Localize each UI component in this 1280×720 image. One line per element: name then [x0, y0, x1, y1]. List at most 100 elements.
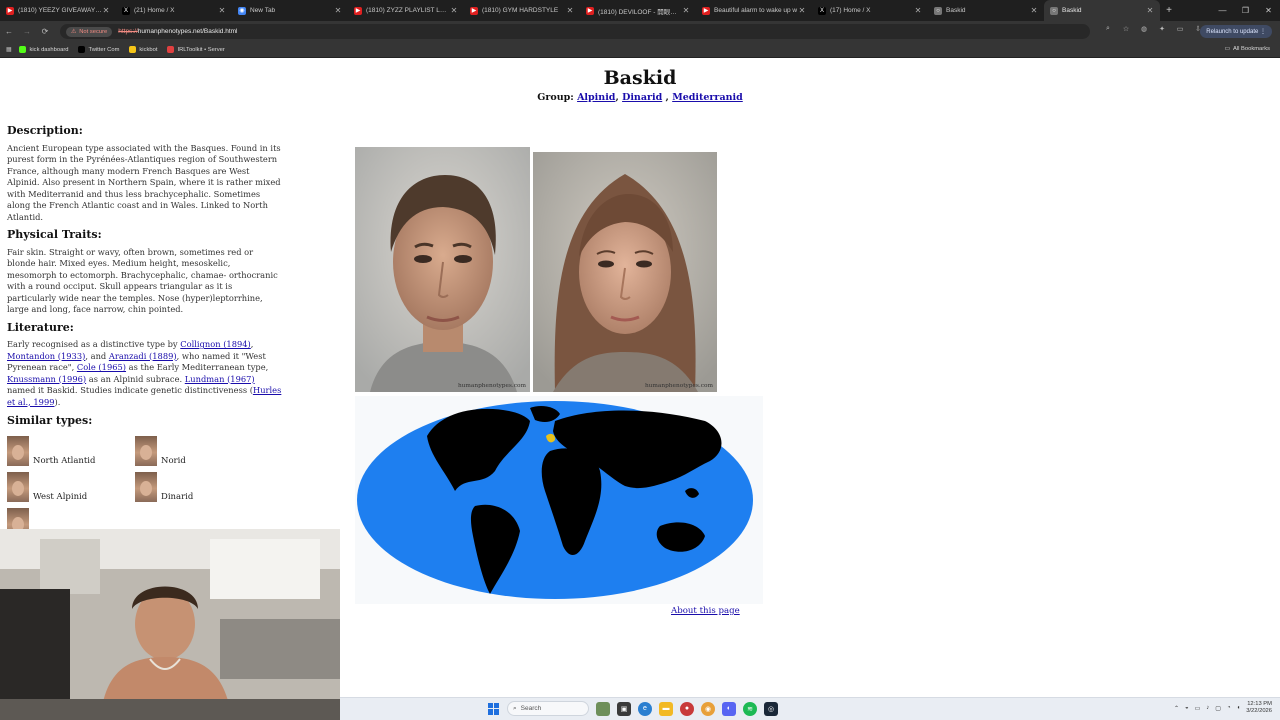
system-tray: ⌃ ◒ ▭ ♪ ▢ ◔ ◖ 12:13 PM 3/22/2026: [1174, 701, 1272, 715]
close-window-button[interactable]: ✕: [1257, 0, 1280, 21]
close-tab-icon[interactable]: ✕: [1030, 6, 1038, 15]
similar-item-north-atlantid[interactable]: North Atlantid: [7, 435, 135, 466]
side-panel-icon[interactable]: ▭: [1175, 25, 1185, 34]
similar-label: Norid: [161, 456, 186, 466]
lit-link-lundman[interactable]: Lundman (1967): [185, 374, 255, 384]
group-link-alpinid[interactable]: Alpinid: [577, 92, 615, 103]
bookmark-item[interactable]: kickbot: [129, 46, 157, 53]
lit-text: as the Early Mediterranean type,: [126, 362, 269, 372]
taskbar-search[interactable]: ⌕ Search: [507, 701, 589, 716]
bookmark-item[interactable]: Twitter Com: [78, 46, 119, 53]
face-thumbnail[interactable]: [135, 436, 157, 466]
face-thumbnail[interactable]: [7, 436, 29, 466]
browser-tab[interactable]: X (17) Home / X ✕: [812, 0, 928, 21]
similar-item-dinarid[interactable]: Dinarid: [135, 471, 263, 502]
battery-icon[interactable]: ▭: [1195, 705, 1201, 712]
app-icon-red[interactable]: ●: [680, 701, 694, 716]
maximize-button[interactable]: ❐: [1234, 0, 1257, 21]
tab-label: (1810) GYM HARDSTYLE: [482, 7, 559, 14]
discord-icon[interactable]: ◐: [722, 701, 736, 716]
male-face-illustration: [355, 147, 530, 392]
forward-button[interactable]: →: [18, 27, 36, 36]
file-explorer-icon[interactable]: ▬: [659, 701, 673, 716]
x-icon: X: [818, 6, 826, 15]
taskbar-center: ⌕ Search ▣ e ▬ ● ◉ ◐ ≋ ◎: [488, 701, 778, 716]
lit-link-collignon[interactable]: Collignon (1894): [180, 339, 251, 349]
browser-tab[interactable]: ▶ (1810) DEVILOOF - 開眼裝置 ✕: [580, 0, 696, 21]
webcam-overlay: [0, 529, 340, 720]
globe-icon: ○: [1050, 6, 1058, 15]
close-tab-icon[interactable]: ✕: [334, 6, 342, 15]
close-tab-icon[interactable]: ✕: [682, 6, 690, 15]
url-scheme: https://: [118, 28, 138, 35]
lit-text: as an Alpinid subrace.: [86, 373, 185, 384]
close-tab-icon[interactable]: ✕: [102, 6, 110, 15]
bookmark-favicon: [78, 46, 86, 53]
lit-link-knussmann[interactable]: Knussmann (1996): [7, 374, 86, 384]
bookmark-item[interactable]: kick dashboard: [19, 46, 68, 53]
chevron-up-icon[interactable]: ⌃: [1174, 705, 1179, 712]
task-view-icon[interactable]: ▣: [617, 701, 631, 716]
description-section: Description: Ancient European type assoc…: [7, 125, 282, 414]
chrome-icon[interactable]: ◉: [701, 701, 715, 716]
group-line: Group: Alpinid, Dinarid , Mediterranid: [537, 92, 743, 103]
new-tab-button[interactable]: +: [1160, 5, 1178, 16]
close-tab-icon[interactable]: ✕: [1146, 6, 1154, 15]
similar-item-west-alpinid[interactable]: West Alpinid: [7, 471, 135, 502]
browser-tab[interactable]: X (21) Home / X ✕: [116, 0, 232, 21]
zoom-icon[interactable]: ⌕: [1103, 25, 1113, 34]
bookmark-star-icon[interactable]: ☆: [1121, 25, 1131, 34]
close-tab-icon[interactable]: ✕: [798, 6, 806, 15]
group-link-dinarid[interactable]: Dinarid: [622, 92, 662, 103]
volume-icon[interactable]: ◖: [1237, 705, 1241, 711]
browser-tab[interactable]: ○ Baskid ✕: [928, 0, 1044, 21]
lit-link-aranzadi[interactable]: Aranzadi (1889): [109, 351, 177, 361]
bookmark-item[interactable]: IRLToolkit • Server: [167, 46, 225, 53]
all-bookmarks-button[interactable]: ▭ All Bookmarks: [1224, 46, 1270, 52]
close-tab-icon[interactable]: ✕: [450, 6, 458, 15]
close-tab-icon[interactable]: ✕: [566, 6, 574, 15]
widgets-icon[interactable]: [596, 701, 610, 716]
face-thumbnail[interactable]: [135, 472, 157, 502]
bookmark-list: kick dashboard Twitter Com kickbot IRLToolk…: [19, 46, 234, 53]
browser-tab[interactable]: ◉ New Tab ✕: [232, 0, 348, 21]
lit-link-montandon[interactable]: Montandon (1933): [7, 351, 85, 361]
browser-tab[interactable]: ○ Baskid ✕: [1044, 0, 1160, 21]
close-tab-icon[interactable]: ✕: [218, 6, 226, 15]
similar-item-norid[interactable]: Norid: [135, 435, 263, 466]
network-icon[interactable]: ◒: [1185, 705, 1189, 711]
lit-text: Early recognised as a distinctive type b…: [7, 339, 181, 349]
browser-tab[interactable]: ▶ (1810) YEEZY GIVEAWAY!!! | 6 ✕: [0, 0, 116, 21]
security-chip[interactable]: ⚠ Not secure: [66, 26, 113, 37]
back-button[interactable]: ←: [0, 27, 18, 36]
lit-link-cole[interactable]: Cole (1965): [77, 362, 126, 372]
edge-icon[interactable]: e: [638, 701, 652, 716]
search-icon: ⌕: [513, 704, 517, 712]
group-link-mediterranid[interactable]: Mediterranid: [672, 92, 743, 103]
puzzle-icon[interactable]: ✦: [1157, 25, 1167, 34]
clock[interactable]: 12:13 PM 3/22/2026: [1246, 701, 1272, 715]
address-bar[interactable]: ⚠ Not secure https://humanphenotypes.net/…: [60, 24, 1090, 39]
about-this-page-link[interactable]: About this page: [671, 606, 740, 616]
minimize-button[interactable]: —: [1211, 0, 1234, 21]
browser-tab[interactable]: ▶ (1810) GYM HARDSTYLE ✕: [464, 0, 580, 21]
microphone-icon[interactable]: ♪: [1206, 705, 1209, 711]
spotify-icon[interactable]: ≋: [743, 701, 757, 716]
face-thumbnail[interactable]: [7, 472, 29, 502]
lit-text: named it Baskid. Studies indicate geneti…: [7, 385, 253, 395]
apps-grid-icon[interactable]: ▦: [6, 47, 11, 53]
windows-start-icon[interactable]: [488, 702, 500, 715]
reload-button[interactable]: ⟳: [36, 27, 54, 36]
extension-icon[interactable]: ◍: [1139, 25, 1149, 34]
browser-tab[interactable]: ▶ Beautiful alarm to wake up w ✕: [696, 0, 812, 21]
bookmark-label: IRLToolkit • Server: [177, 46, 225, 53]
close-tab-icon[interactable]: ✕: [914, 6, 922, 15]
similar-types-section: Similar types: North Atlantid Norid West…: [7, 414, 307, 538]
relaunch-button[interactable]: Relaunch to update ⋮: [1200, 25, 1272, 38]
wifi-icon[interactable]: ◔: [1227, 705, 1231, 711]
lit-text: ,: [250, 339, 254, 349]
browser-tab[interactable]: ▶ (1810) ZYZZ PLAYLIST LEGEN ✕: [348, 0, 464, 21]
steam-icon[interactable]: ◎: [764, 701, 778, 716]
monitor-icon[interactable]: ▢: [1215, 705, 1221, 712]
windows-taskbar: ⌕ Search ▣ e ▬ ● ◉ ◐ ≋ ◎ ⌃ ◒ ▭ ♪ ▢ ◔ ◖ 12…: [340, 697, 1280, 720]
